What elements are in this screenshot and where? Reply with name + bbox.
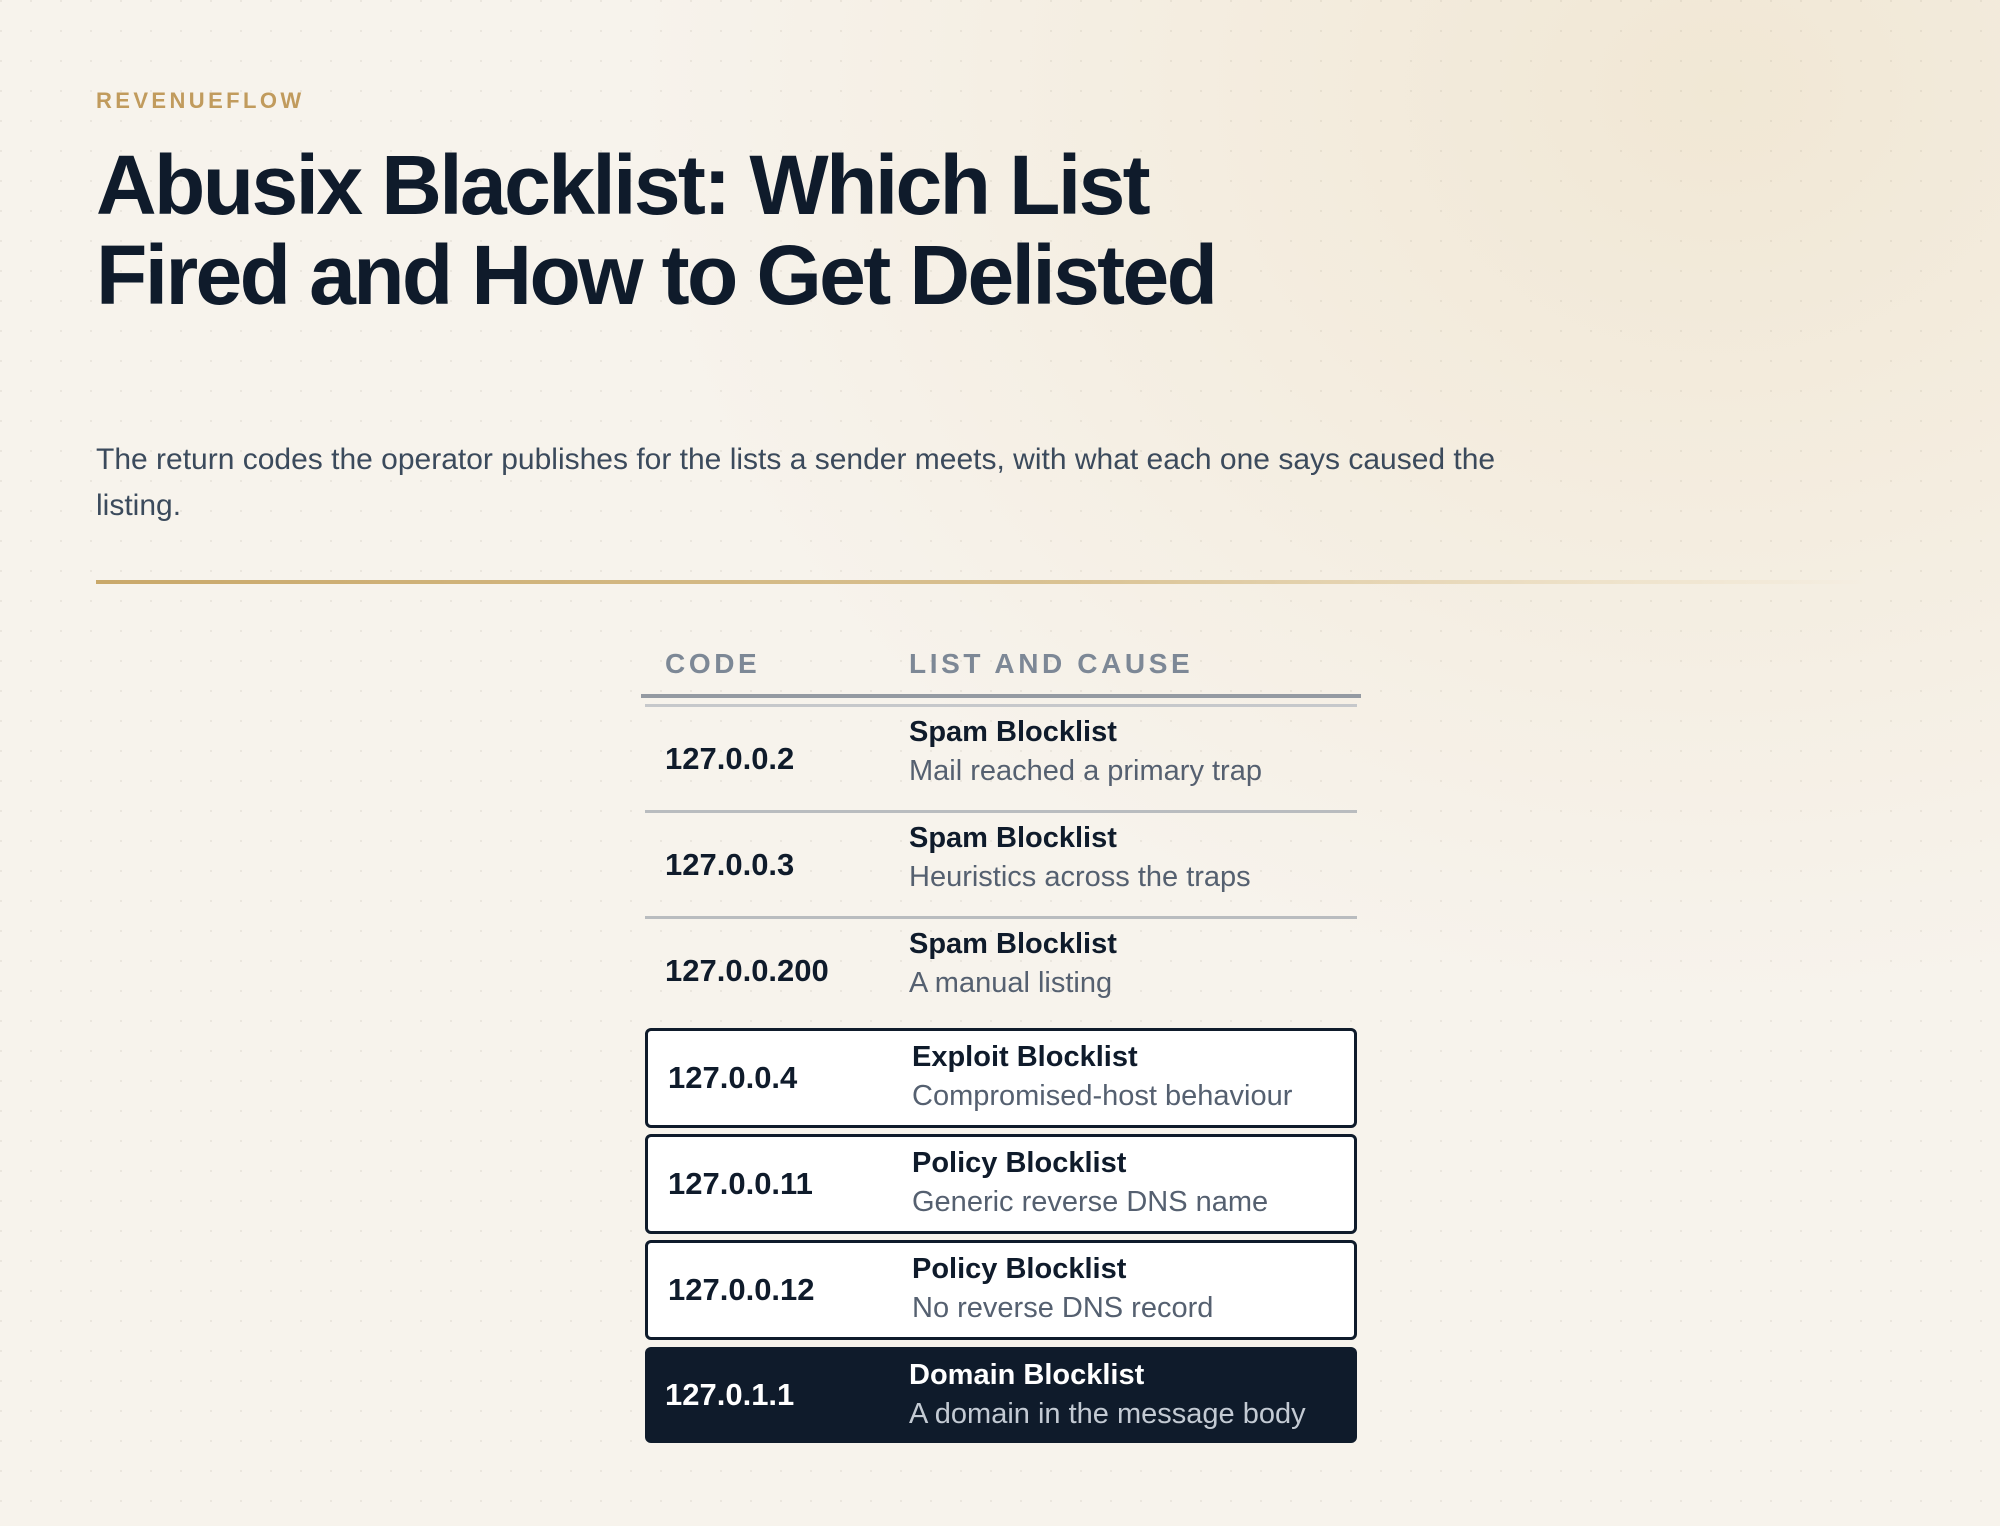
table-row: 127.0.0.3 Spam Blocklist Heuristics acro…: [645, 810, 1357, 916]
listing-cause: Generic reverse DNS name: [912, 1186, 1269, 1218]
table-row-highlighted: 127.0.1.1 Domain Blocklist A domain in t…: [645, 1347, 1357, 1443]
table-row-outlined: 127.0.0.11 Policy Blocklist Generic reve…: [645, 1134, 1357, 1234]
page-title: Abusix Blacklist: Which List Fired and H…: [96, 138, 1218, 322]
return-code: 127.0.1.1: [665, 1377, 795, 1412]
table-header: CODE LIST AND CAUSE: [641, 646, 1361, 698]
table-row-outlined: 127.0.0.12 Policy Blocklist No reverse D…: [645, 1240, 1357, 1340]
listing-cause: Heuristics across the traps: [909, 861, 1251, 893]
listing-cause: No reverse DNS record: [912, 1292, 1214, 1324]
list-name: Domain Blocklist: [909, 1359, 1145, 1391]
list-name: Spam Blocklist: [909, 716, 1117, 748]
list-name: Policy Blocklist: [912, 1253, 1127, 1285]
list-name: Exploit Blocklist: [912, 1041, 1138, 1073]
list-name: Policy Blocklist: [912, 1147, 1127, 1179]
listing-cause: A domain in the message body: [909, 1398, 1306, 1430]
table-row-outlined: 127.0.0.4 Exploit Blocklist Compromised-…: [645, 1028, 1357, 1128]
return-code: 127.0.0.11: [668, 1166, 813, 1201]
list-name: Spam Blocklist: [909, 928, 1117, 960]
return-code: 127.0.0.3: [665, 846, 795, 882]
return-code: 127.0.0.200: [665, 952, 829, 988]
return-code: 127.0.0.2: [665, 740, 795, 776]
article-page: REVENUEFLOW Abusix Blacklist: Which List…: [96, 0, 1904, 1526]
brand-label: REVENUEFLOW: [96, 88, 305, 113]
listing-cause: Mail reached a primary trap: [909, 755, 1262, 787]
table-row: 127.0.0.2 Spam Blocklist Mail reached a …: [645, 707, 1357, 810]
listing-cause: Compromised-host behaviour: [912, 1080, 1293, 1112]
return-codes-table: CODE LIST AND CAUSE 127.0.0.2 Spam Block…: [641, 646, 1361, 1443]
column-header-code: CODE: [665, 648, 761, 679]
listing-cause: A manual listing: [909, 967, 1113, 999]
list-name: Spam Blocklist: [909, 822, 1117, 854]
table-row: 127.0.0.200 Spam Blocklist A manual list…: [645, 916, 1357, 1022]
page-subtitle: The return codes the operator publishes …: [96, 443, 1496, 522]
return-code: 127.0.0.4: [668, 1060, 798, 1095]
title-divider: [96, 580, 1866, 584]
header-divider: [645, 698, 1357, 707]
column-header-list-and-cause: LIST AND CAUSE: [909, 648, 1194, 679]
return-code: 127.0.0.12: [668, 1272, 815, 1307]
